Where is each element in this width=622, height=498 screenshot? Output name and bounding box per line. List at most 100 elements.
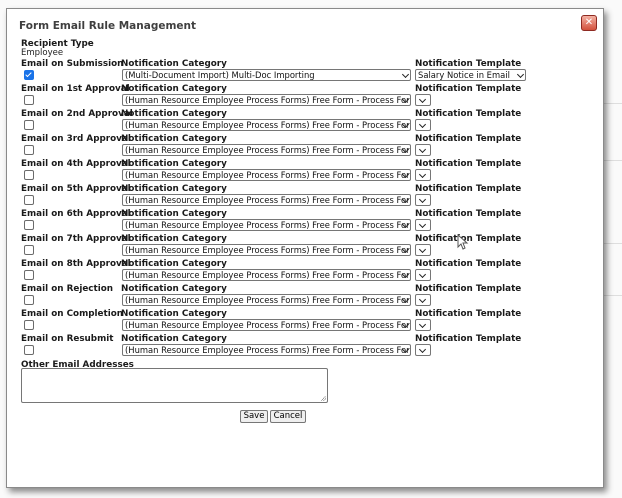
rule-label-email-on-submission: Email on Submission — [21, 59, 124, 69]
category-label: Notification Category — [121, 309, 227, 319]
template-select-email-on-4th-approval[interactable] — [415, 169, 431, 181]
category-select-value: (Human Resource Employee Process Forms) … — [125, 145, 411, 155]
template-select-email-on-submission[interactable]: Salary Notice in Email — [415, 69, 526, 81]
template-select-value: Salary Notice in Email — [418, 70, 510, 80]
template-label: Notification Template — [415, 59, 522, 69]
chevron-down-icon — [418, 270, 427, 279]
rule-label-email-on-resubmit: Email on Resubmit — [21, 334, 114, 344]
category-select-email-on-8th-approval[interactable]: (Human Resource Employee Process Forms) … — [122, 269, 411, 281]
chevron-down-icon — [401, 70, 410, 79]
category-label: Notification Category — [121, 134, 227, 144]
category-label: Notification Category — [121, 84, 227, 94]
rule-label-email-on-7th-approval: Email on 7th Approval — [21, 234, 131, 244]
template-select-email-on-completion[interactable] — [415, 319, 431, 331]
rule-label-email-on-1st-approval: Email on 1st Approval — [21, 84, 130, 94]
category-label: Notification Category — [121, 184, 227, 194]
mouse-pointer-icon — [457, 234, 469, 250]
category-select-email-on-4th-approval[interactable]: (Human Resource Employee Process Forms) … — [122, 169, 411, 181]
category-select-email-on-submission[interactable]: (Multi-Document Import) Multi-Doc Import… — [122, 69, 411, 81]
chevron-down-icon — [516, 70, 525, 79]
category-select-email-on-3rd-approval[interactable]: (Human Resource Employee Process Forms) … — [122, 144, 411, 156]
checkbox-email-on-7th-approval[interactable] — [24, 245, 34, 255]
template-label: Notification Template — [415, 159, 522, 169]
checkbox-email-on-6th-approval[interactable] — [24, 220, 34, 230]
rule-label-email-on-5th-approval: Email on 5th Approval — [21, 184, 131, 194]
template-select-email-on-1st-approval[interactable] — [415, 94, 431, 106]
template-select-email-on-2nd-approval[interactable] — [415, 119, 431, 131]
template-label: Notification Template — [415, 309, 522, 319]
checkbox-email-on-1st-approval[interactable] — [24, 95, 34, 105]
category-select-value: (Human Resource Employee Process Forms) … — [125, 270, 411, 280]
cancel-button[interactable]: Cancel — [270, 410, 306, 423]
category-select-value: (Human Resource Employee Process Forms) … — [125, 220, 411, 230]
checkbox-email-on-rejection[interactable] — [24, 295, 34, 305]
category-label: Notification Category — [121, 334, 227, 344]
category-select-value: (Human Resource Employee Process Forms) … — [125, 320, 411, 330]
chevron-down-icon — [418, 145, 427, 154]
category-select-value: (Human Resource Employee Process Forms) … — [125, 195, 411, 205]
template-label: Notification Template — [415, 109, 522, 119]
other-email-textarea[interactable] — [21, 368, 328, 403]
template-label: Notification Template — [415, 134, 522, 144]
checkbox-email-on-completion[interactable] — [24, 320, 34, 330]
chevron-down-icon — [418, 195, 427, 204]
form-email-rule-dialog: Form Email Rule Management ✕ Recipient T… — [6, 8, 604, 488]
template-select-email-on-rejection[interactable] — [415, 294, 431, 306]
template-label: Notification Template — [415, 284, 522, 294]
save-button[interactable]: Save — [240, 410, 268, 423]
checkbox-email-on-4th-approval[interactable] — [24, 170, 34, 180]
chevron-down-icon — [418, 170, 427, 179]
template-label: Notification Template — [415, 209, 522, 219]
chevron-down-icon — [418, 345, 427, 354]
template-label: Notification Template — [415, 334, 522, 344]
template-select-email-on-3rd-approval[interactable] — [415, 144, 431, 156]
template-label: Notification Template — [415, 184, 522, 194]
recipient-type-value: Employee — [21, 48, 64, 58]
category-label: Notification Category — [121, 109, 227, 119]
rule-label-email-on-2nd-approval: Email on 2nd Approval — [21, 109, 133, 119]
chevron-down-icon — [418, 95, 427, 104]
category-select-value: (Human Resource Employee Process Forms) … — [125, 170, 411, 180]
category-label: Notification Category — [121, 209, 227, 219]
background-divider — [604, 103, 622, 104]
checkbox-email-on-8th-approval[interactable] — [24, 270, 34, 280]
category-select-email-on-rejection[interactable]: (Human Resource Employee Process Forms) … — [122, 294, 411, 306]
category-select-email-on-5th-approval[interactable]: (Human Resource Employee Process Forms) … — [122, 194, 411, 206]
category-label: Notification Category — [121, 159, 227, 169]
category-select-value: (Human Resource Employee Process Forms) … — [125, 95, 411, 105]
category-select-value: (Human Resource Employee Process Forms) … — [125, 120, 411, 130]
rule-label-email-on-completion: Email on Completion — [21, 309, 124, 319]
checkbox-email-on-resubmit[interactable] — [24, 345, 34, 355]
category-select-value: (Human Resource Employee Process Forms) … — [125, 295, 411, 305]
checkbox-email-on-2nd-approval[interactable] — [24, 120, 34, 130]
close-icon[interactable]: ✕ — [581, 15, 597, 31]
category-select-email-on-1st-approval[interactable]: (Human Resource Employee Process Forms) … — [122, 94, 411, 106]
rule-label-email-on-3rd-approval: Email on 3rd Approval — [21, 134, 131, 144]
resize-grip-icon[interactable] — [321, 396, 326, 401]
template-select-email-on-7th-approval[interactable] — [415, 244, 431, 256]
rule-label-email-on-rejection: Email on Rejection — [21, 284, 114, 294]
checkbox-email-on-5th-approval[interactable] — [24, 195, 34, 205]
category-label: Notification Category — [121, 234, 227, 244]
template-select-email-on-5th-approval[interactable] — [415, 194, 431, 206]
category-select-email-on-completion[interactable]: (Human Resource Employee Process Forms) … — [122, 319, 411, 331]
chevron-down-icon — [418, 320, 427, 329]
checkbox-email-on-3rd-approval[interactable] — [24, 145, 34, 155]
category-select-value: (Human Resource Employee Process Forms) … — [125, 245, 411, 255]
category-label: Notification Category — [121, 59, 227, 69]
rule-label-email-on-8th-approval: Email on 8th Approval — [21, 259, 131, 269]
category-select-email-on-resubmit[interactable]: (Human Resource Employee Process Forms) … — [122, 344, 411, 356]
template-select-email-on-6th-approval[interactable] — [415, 219, 431, 231]
category-select-email-on-6th-approval[interactable]: (Human Resource Employee Process Forms) … — [122, 219, 411, 231]
template-select-email-on-8th-approval[interactable] — [415, 269, 431, 281]
category-select-value: (Multi-Document Import) Multi-Doc Import… — [125, 70, 315, 80]
dialog-title: Form Email Rule Management — [19, 20, 197, 32]
category-select-email-on-7th-approval[interactable]: (Human Resource Employee Process Forms) … — [122, 244, 411, 256]
category-select-email-on-2nd-approval[interactable]: (Human Resource Employee Process Forms) … — [122, 119, 411, 131]
checkbox-email-on-submission[interactable] — [24, 70, 34, 80]
category-label: Notification Category — [121, 284, 227, 294]
rule-label-email-on-6th-approval: Email on 6th Approval — [21, 209, 131, 219]
chevron-down-icon — [418, 245, 427, 254]
template-label: Notification Template — [415, 84, 522, 94]
template-select-email-on-resubmit[interactable] — [415, 344, 431, 356]
